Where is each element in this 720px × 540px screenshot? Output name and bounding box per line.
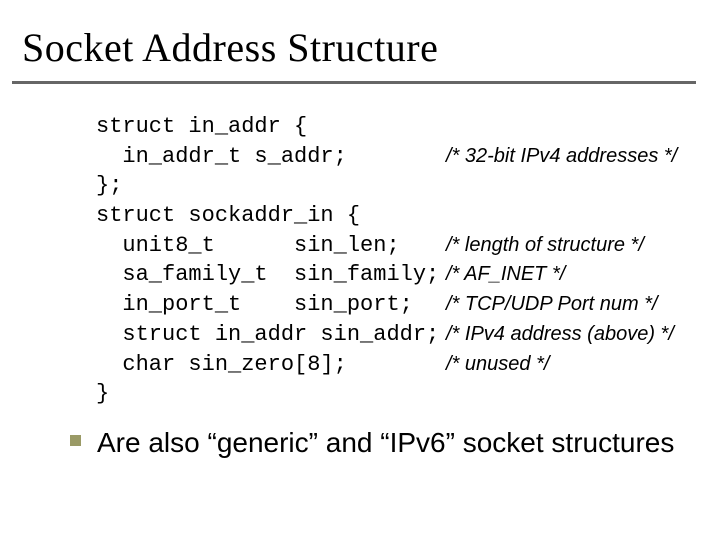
- code-text: char sin_zero[8];: [96, 350, 446, 380]
- code-text: struct in_addr {: [96, 112, 307, 142]
- code-line: in_addr_t s_addr; /* 32-bit IPv4 address…: [96, 142, 696, 172]
- code-line: struct in_addr {: [96, 112, 696, 142]
- title-bar: Socket Address Structure: [12, 18, 696, 84]
- code-comment: /* TCP/UDP Port num */: [446, 291, 696, 318]
- code-text: unit8_t sin_len;: [96, 231, 446, 261]
- code-comment: /* length of structure */: [446, 232, 696, 259]
- code-line: unit8_t sin_len; /* length of structure …: [96, 231, 696, 261]
- code-comment: /* unused */: [446, 351, 696, 378]
- code-line: struct sockaddr_in {: [96, 201, 696, 231]
- bullet-text: Are also “generic” and “IPv6” socket str…: [97, 425, 674, 460]
- code-text: in_port_t sin_port;: [96, 290, 446, 320]
- code-line: sa_family_t sin_family; /* AF_INET */: [96, 260, 696, 290]
- code-text: sa_family_t sin_family;: [96, 260, 446, 290]
- code-line: char sin_zero[8]; /* unused */: [96, 350, 696, 380]
- code-text: struct sockaddr_in {: [96, 201, 360, 231]
- code-line: in_port_t sin_port; /* TCP/UDP Port num …: [96, 290, 696, 320]
- code-line: };: [96, 171, 696, 201]
- bullet-item: Are also “generic” and “IPv6” socket str…: [70, 425, 696, 460]
- code-text: };: [96, 171, 122, 201]
- code-line: struct in_addr sin_addr; /* IPv4 address…: [96, 320, 696, 350]
- slide-title: Socket Address Structure: [22, 24, 696, 71]
- code-block: struct in_addr { in_addr_t s_addr; /* 32…: [96, 112, 696, 409]
- code-comment: /* AF_INET */: [446, 261, 696, 288]
- slide: Socket Address Structure struct in_addr …: [0, 0, 720, 540]
- code-text: struct in_addr sin_addr;: [96, 320, 446, 350]
- code-text: in_addr_t s_addr;: [96, 142, 446, 172]
- square-bullet-icon: [70, 435, 81, 446]
- code-line: }: [96, 379, 696, 409]
- code-text: }: [96, 379, 109, 409]
- code-comment: /* IPv4 address (above) */: [446, 321, 696, 348]
- code-comment: /* 32-bit IPv4 addresses */: [446, 143, 696, 170]
